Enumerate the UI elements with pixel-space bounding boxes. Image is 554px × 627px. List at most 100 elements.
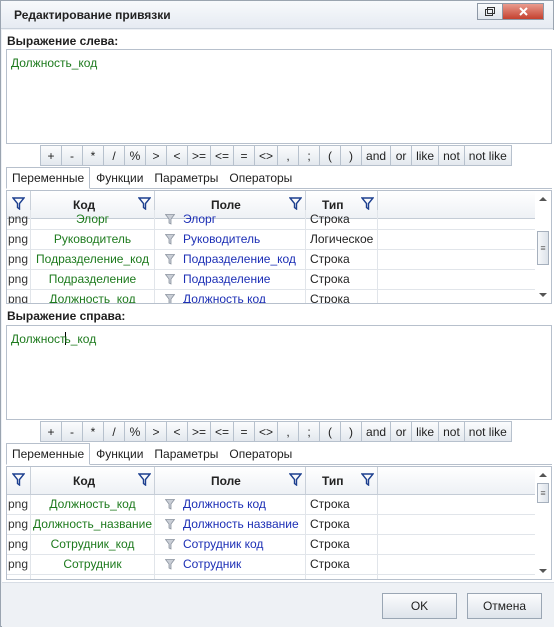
close-button[interactable] xyxy=(502,3,544,20)
grid-scrollbar-top[interactable]: ≡ xyxy=(535,191,551,303)
dialog-content: Выражение слева: Должность_код + - * /% > < >=… xyxy=(2,30,554,627)
row-type-cell: png xyxy=(7,250,31,269)
filter-icon xyxy=(12,197,25,210)
tab-operators[interactable]: Операторы xyxy=(224,167,297,188)
header-kod[interactable]: Код xyxy=(31,467,155,494)
scroll-down-icon[interactable] xyxy=(539,293,547,297)
operator-button[interactable]: <> xyxy=(254,145,279,166)
title-bar[interactable]: Редактирование привязки xyxy=(1,1,553,29)
field-cell: Должность название xyxy=(155,515,306,534)
operator-button[interactable]: ; xyxy=(298,145,321,166)
operator-button[interactable]: / xyxy=(103,145,125,166)
tab-parameters[interactable]: Параметры xyxy=(149,167,223,188)
operator-button[interactable]: and xyxy=(361,145,392,166)
operator-button[interactable]: * xyxy=(82,145,104,166)
scroll-thumb[interactable]: ≡ xyxy=(537,483,549,503)
left-expression-label: Выражение слева: xyxy=(7,34,119,48)
tab-variables[interactable]: Переменные xyxy=(6,167,91,189)
ok-button[interactable]: OK xyxy=(382,593,457,619)
tab-functions[interactable]: Функции xyxy=(91,167,148,188)
field-cell: Подразделение_код xyxy=(155,250,306,269)
table-row[interactable]: png Должность_название Должность название С… xyxy=(7,515,537,535)
table-row[interactable]: png Сотрудник_код Сотрудник код Строка xyxy=(7,535,537,555)
left-expression-input[interactable]: Должность_код xyxy=(6,49,552,144)
operator-button[interactable]: <= xyxy=(210,145,235,166)
operator-button[interactable]: + xyxy=(40,145,62,166)
table-row[interactable]: png Руководитель Руководитель Логическое xyxy=(7,230,537,250)
grid-header: Код Поле Тип xyxy=(7,467,537,495)
operator-button[interactable]: - xyxy=(61,421,83,442)
row-type-cell: png xyxy=(7,230,31,249)
tab-functions[interactable]: Функции xyxy=(91,443,148,464)
type-cell: Логическое xyxy=(306,230,378,249)
right-expression-label: Выражение справа: xyxy=(7,309,126,323)
table-row[interactable]: png Должность_код Должность код Строка xyxy=(7,495,537,515)
code-cell: Сотрудник_код xyxy=(31,535,155,554)
header-pole[interactable]: Поле xyxy=(155,467,306,494)
table-row[interactable]: png Должность_код Должность код Строка xyxy=(7,290,537,303)
scroll-up-icon[interactable] xyxy=(539,473,547,477)
table-row[interactable]: png xyxy=(7,575,537,579)
operator-button[interactable]: * xyxy=(82,421,104,442)
field-name: Сотрудник код xyxy=(183,537,264,551)
right-expression-input[interactable]: Должность_код xyxy=(6,325,552,420)
tab-parameters[interactable]: Параметры xyxy=(149,443,223,464)
operator-button[interactable]: - xyxy=(61,145,83,166)
operator-button[interactable]: > xyxy=(145,145,167,166)
scroll-up-icon[interactable] xyxy=(539,197,547,201)
tab-operators[interactable]: Операторы xyxy=(224,443,297,464)
operator-button[interactable]: < xyxy=(166,145,188,166)
type-cell: Строка xyxy=(306,210,378,229)
operator-button[interactable]: ( xyxy=(319,421,342,442)
operator-button[interactable]: >= xyxy=(187,145,212,166)
operator-button[interactable]: not xyxy=(438,145,465,166)
field-cell: Должность код xyxy=(155,290,306,303)
scroll-down-icon[interactable] xyxy=(539,569,547,573)
restore-button[interactable] xyxy=(477,3,503,20)
table-row[interactable]: png Элорг Элорг Строка xyxy=(7,210,537,230)
operator-button[interactable]: , xyxy=(277,421,300,442)
code-cell: Подразделение_код xyxy=(31,250,155,269)
cancel-button[interactable]: Отмена xyxy=(467,593,542,619)
operator-button[interactable]: <= xyxy=(210,421,235,442)
tab-variables[interactable]: Переменные xyxy=(6,443,91,465)
table-row[interactable]: png Подразделение Подразделение Строка xyxy=(7,270,537,290)
operator-button[interactable]: , xyxy=(277,145,300,166)
table-row[interactable]: png Сотрудник Сотрудник Строка xyxy=(7,555,537,575)
type-cell: Строка xyxy=(306,270,378,289)
right-expression-value-part1: Должност xyxy=(11,332,66,346)
type-cell: Строка xyxy=(306,515,378,534)
operator-button[interactable]: ) xyxy=(340,145,363,166)
operator-button[interactable]: ( xyxy=(319,145,342,166)
operator-button[interactable]: or xyxy=(390,421,413,442)
operator-button[interactable]: < xyxy=(166,421,188,442)
header-col-0[interactable] xyxy=(7,467,31,494)
right-expression-value-part2: ь_код xyxy=(64,332,97,346)
operator-button[interactable]: > xyxy=(145,421,167,442)
table-row[interactable]: png Подразделение_код Подразделение_код Стр… xyxy=(7,250,537,270)
operator-button[interactable]: like xyxy=(411,145,440,166)
operator-button[interactable]: not like xyxy=(463,145,512,166)
operator-button[interactable]: <> xyxy=(254,421,279,442)
operator-button[interactable]: / xyxy=(103,421,125,442)
scroll-thumb[interactable]: ≡ xyxy=(537,231,549,265)
operator-button[interactable]: and xyxy=(361,421,392,442)
operator-button[interactable]: like xyxy=(411,421,440,442)
operator-button[interactable]: ) xyxy=(340,421,363,442)
operator-button[interactable]: ; xyxy=(298,421,321,442)
grid-scrollbar-bottom[interactable]: ≡ xyxy=(535,467,551,579)
operator-button[interactable]: % xyxy=(124,421,146,442)
code-cell: Руководитель xyxy=(31,230,155,249)
operator-button[interactable]: % xyxy=(124,145,146,166)
type-cell: Строка xyxy=(306,495,378,514)
field-filter-icon xyxy=(165,519,175,530)
operator-button[interactable]: not xyxy=(438,421,465,442)
header-tip[interactable]: Тип xyxy=(306,467,378,494)
operator-button[interactable]: >= xyxy=(187,421,212,442)
operator-button[interactable]: = xyxy=(233,421,256,442)
operator-button[interactable]: not like xyxy=(463,421,512,442)
operator-button[interactable]: or xyxy=(390,145,413,166)
operator-button[interactable]: + xyxy=(40,421,62,442)
operator-button[interactable]: = xyxy=(233,145,256,166)
field-filter-icon xyxy=(165,539,175,550)
